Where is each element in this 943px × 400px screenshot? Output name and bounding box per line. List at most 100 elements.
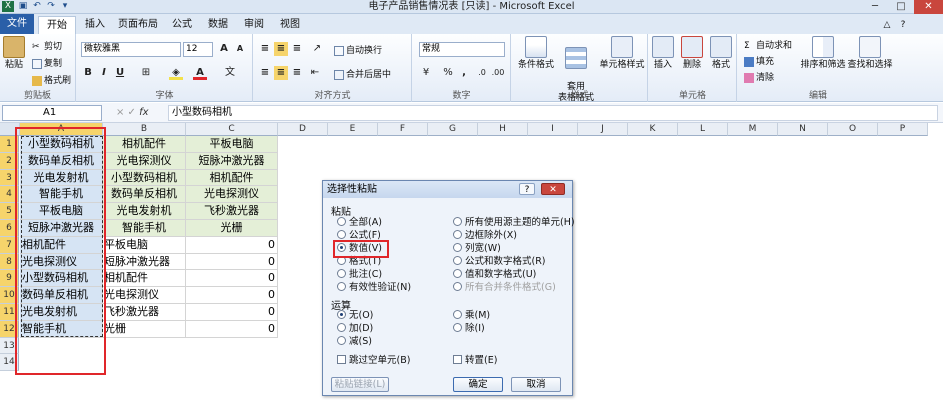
help-icon[interactable]: ?	[896, 16, 910, 34]
column-header[interactable]: O	[828, 123, 878, 136]
align-left-icon[interactable]: ≡	[258, 66, 272, 80]
column-header[interactable]: N	[778, 123, 828, 136]
align-right-icon[interactable]: ≡	[290, 66, 304, 80]
merge-center-button[interactable]: 合并后居中	[334, 67, 391, 80]
borders-icon[interactable]: ⊞	[139, 66, 153, 80]
font-color-icon[interactable]: A	[193, 66, 207, 80]
font-size-select[interactable]: 12	[183, 42, 213, 57]
dialog-help-button[interactable]: ?	[519, 183, 535, 195]
operation-multiply[interactable]: 乘(M)	[453, 310, 490, 322]
column-header[interactable]: P	[878, 123, 928, 136]
increase-decimal-icon[interactable]: .0	[475, 66, 489, 80]
tab-home[interactable]: 开始	[38, 16, 76, 34]
comma-button[interactable]: ,	[457, 66, 471, 80]
column-header[interactable]: H	[478, 123, 528, 136]
copy-button[interactable]: 复制	[32, 56, 62, 69]
cell[interactable]: 光电发射机	[103, 203, 186, 220]
tab-view[interactable]: 视图	[274, 16, 306, 34]
paste-option-all[interactable]: 全部(A)	[337, 217, 382, 229]
phonetic-icon[interactable]: 文	[223, 66, 237, 80]
cell[interactable]: 飞秒激光器	[103, 304, 186, 321]
shrink-font-icon[interactable]: A	[233, 42, 247, 56]
fx-icon[interactable]: × ✓ fx	[116, 105, 166, 121]
cell[interactable]: 相机配件	[103, 136, 186, 153]
paste-option-values-numbers[interactable]: 值和数字格式(U)	[453, 269, 536, 281]
cell-styles-button[interactable]: 单元格样式	[596, 36, 648, 71]
cell[interactable]: 智能手机	[103, 220, 186, 237]
column-header[interactable]: F	[378, 123, 428, 136]
cell[interactable]: 光电探测仪	[103, 152, 186, 170]
ribbon-collapse-icon[interactable]: △	[880, 16, 894, 34]
formula-input[interactable]: 小型数码相机	[168, 105, 938, 121]
close-icon[interactable]: ✕	[914, 0, 943, 14]
orientation-icon[interactable]: ↗	[310, 42, 324, 56]
name-box[interactable]: A1	[2, 105, 102, 121]
cell[interactable]: 光电探测仪	[186, 186, 278, 204]
column-header[interactable]: J	[578, 123, 628, 136]
cut-button[interactable]: ✂ 剪切	[32, 39, 62, 53]
column-header[interactable]: E	[328, 123, 378, 136]
cell[interactable]: 相机配件	[103, 270, 186, 288]
decrease-decimal-icon[interactable]: .00	[491, 66, 505, 80]
column-header[interactable]: K	[628, 123, 678, 136]
sort-filter-button[interactable]: 排序和筛选	[800, 36, 846, 71]
conditional-format-button[interactable]: 条件格式	[514, 36, 558, 71]
cell[interactable]: 0	[186, 253, 278, 271]
ok-button[interactable]: 确定	[453, 377, 503, 392]
cell[interactable]: 光栅	[103, 320, 186, 338]
autosum-button[interactable]: Σ 自动求和	[744, 38, 792, 52]
find-select-button[interactable]: 查找和选择	[846, 36, 894, 71]
transpose-checkbox[interactable]: 转置(E)	[453, 355, 497, 367]
format-cells-button[interactable]: 格式	[707, 36, 735, 71]
percent-button[interactable]: %	[441, 66, 455, 80]
cell[interactable]: 短脉冲激光器	[103, 253, 186, 271]
cancel-button[interactable]: 取消	[511, 377, 561, 392]
cell[interactable]: 小型数码相机	[103, 169, 186, 187]
operation-subtract[interactable]: 减(S)	[337, 336, 372, 348]
dialog-close-button[interactable]: ✕	[541, 183, 565, 195]
cell[interactable]: 平板电脑	[103, 236, 186, 254]
column-header[interactable]: C	[186, 123, 278, 136]
format-painter-button[interactable]: 格式刷	[32, 73, 71, 86]
operation-divide[interactable]: 除(I)	[453, 323, 485, 335]
cell[interactable]: 光电探测仪	[103, 287, 186, 304]
font-name-select[interactable]: 微软雅黑	[81, 42, 181, 57]
cell[interactable]: 0	[186, 320, 278, 338]
tab-data[interactable]: 数据	[202, 16, 234, 34]
cell[interactable]: 光栅	[186, 220, 278, 237]
paste-option-no-borders[interactable]: 边框除外(X)	[453, 230, 517, 242]
align-bottom-icon[interactable]: ≡	[290, 42, 304, 56]
cell[interactable]: 0	[186, 236, 278, 254]
fill-button[interactable]: 填充	[744, 54, 774, 67]
paste-link-button[interactable]: 粘贴链接(L)	[331, 377, 389, 392]
bold-button[interactable]: B	[81, 66, 95, 80]
number-format-select[interactable]: 常规	[419, 42, 505, 57]
cell[interactable]: 0	[186, 287, 278, 304]
cell[interactable]: 飞秒激光器	[186, 203, 278, 220]
cell[interactable]: 0	[186, 304, 278, 321]
column-header[interactable]: M	[728, 123, 778, 136]
fill-color-icon[interactable]: ◈	[169, 66, 183, 80]
cell[interactable]: 相机配件	[186, 169, 278, 187]
underline-button[interactable]: U	[113, 66, 127, 80]
paste-option-source-theme[interactable]: 所有使用源主题的单元(H)	[453, 217, 575, 229]
currency-icon[interactable]: ¥	[419, 66, 433, 80]
tab-review[interactable]: 审阅	[238, 16, 270, 34]
operation-none[interactable]: 无(O)	[337, 310, 373, 322]
paste-button[interactable]: 粘贴	[0, 36, 28, 71]
italic-button[interactable]: I	[97, 66, 111, 80]
clear-button[interactable]: 清除	[744, 70, 774, 83]
insert-cells-button[interactable]: 插入	[649, 36, 677, 71]
minimize-icon[interactable]: ─	[862, 0, 888, 14]
tab-file[interactable]: 文件	[0, 14, 34, 34]
paste-option-comments[interactable]: 批注(C)	[337, 269, 382, 281]
column-header[interactable]: B	[103, 123, 186, 136]
align-center-icon[interactable]: ≡	[274, 66, 288, 80]
paste-option-formulas-numbers[interactable]: 公式和数字格式(R)	[453, 256, 546, 268]
cell[interactable]: 0	[186, 270, 278, 288]
column-header[interactable]: L	[678, 123, 728, 136]
column-header[interactable]: I	[528, 123, 578, 136]
paste-option-column-widths[interactable]: 列宽(W)	[453, 243, 501, 255]
column-header[interactable]: G	[428, 123, 478, 136]
wrap-text-button[interactable]: 自动换行	[334, 43, 382, 56]
